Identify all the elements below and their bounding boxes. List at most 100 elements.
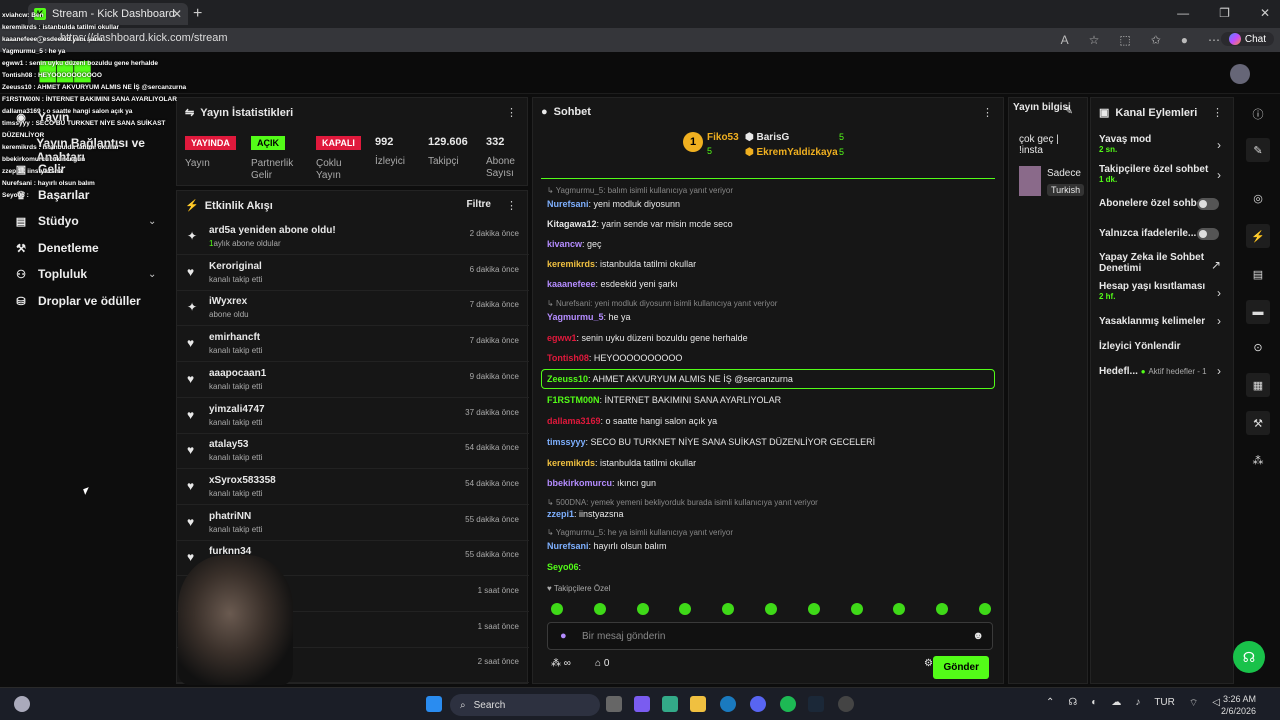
emote-icon[interactable] xyxy=(893,603,906,615)
chevron-right-icon[interactable]: › xyxy=(1217,364,1221,378)
action-ai-moderation[interactable]: Yapay Zeka ile Sohbet Denetimi xyxy=(1099,252,1209,274)
chevron-right-icon[interactable]: › xyxy=(1217,138,1221,152)
feed-item[interactable]: ♥ emirhancft kanalı takip etti 7 dakika önc… xyxy=(177,326,529,363)
chevron-down-icon[interactable]: ⌄ xyxy=(148,216,156,227)
minimize-icon[interactable]: — xyxy=(1177,6,1189,20)
copilot-icon[interactable] xyxy=(634,696,650,712)
chevron-right-icon[interactable]: › xyxy=(1217,286,1221,300)
maximize-icon[interactable]: ❐ xyxy=(1219,6,1230,20)
more-options-icon[interactable]: ⋮ xyxy=(506,199,517,212)
more-options-icon[interactable]: ⋮ xyxy=(506,106,517,119)
chat-message[interactable]: keremikrds: istanbulda tatilmi okullar xyxy=(547,259,696,269)
close-window-icon[interactable]: ✕ xyxy=(1260,6,1270,20)
chat-username[interactable]: keremikrds xyxy=(547,259,595,269)
steam-icon[interactable] xyxy=(808,696,824,712)
action-host[interactable]: İzleyici Yönlendir xyxy=(1099,341,1181,352)
chat-message-input[interactable]: ● Bir mesaj gönderin ☻ xyxy=(547,622,993,650)
action-account-age[interactable]: Hesap yaşı kısıtlaması 2 hf. xyxy=(1099,281,1205,301)
action-slow-mode[interactable]: Yavaş mod 2 sn. xyxy=(1099,134,1151,154)
discord-icon[interactable] xyxy=(750,696,766,712)
support-headset-icon[interactable]: ☊ xyxy=(1233,641,1265,673)
chat-message[interactable]: Yagmurmu_5: he ya xyxy=(547,312,631,322)
headphones-icon[interactable]: ☊ xyxy=(1068,697,1077,710)
kicks-icon[interactable]: ⁂ xyxy=(1246,448,1270,472)
microphone-icon[interactable]: ● xyxy=(560,630,567,642)
wrench-icon[interactable]: ⚒ xyxy=(1246,411,1270,435)
emote-icon[interactable] xyxy=(722,603,735,615)
chat-username[interactable]: kaaanefeee xyxy=(547,279,596,289)
emote-icon[interactable] xyxy=(593,603,606,615)
cloud-icon[interactable]: ☁ xyxy=(1111,697,1121,710)
obs-icon[interactable] xyxy=(838,696,854,712)
feed-item[interactable]: ✦ ard5a yeniden abone oldu! 1aylık abone o… xyxy=(177,219,529,255)
chat-message[interactable]: dallama3169: o saatte hangi salon açık y… xyxy=(547,416,717,426)
chat-message[interactable]: egww1: senin uyku düzeni bozuldu gene he… xyxy=(547,333,748,343)
chevron-right-icon[interactable]: › xyxy=(1217,168,1221,182)
spotify-icon[interactable] xyxy=(780,696,796,712)
copilot-chat-button[interactable]: Chat xyxy=(1220,32,1274,46)
action-goals[interactable]: Hedefl... ● Aktif hedefler - 1 xyxy=(1099,366,1207,377)
broadcast-icon[interactable]: ⊙ xyxy=(1246,335,1270,359)
read-aloud-icon[interactable]: A xyxy=(1061,33,1069,47)
more-options-icon[interactable]: ⋮ xyxy=(1212,106,1223,119)
sidebar-item-studyo[interactable]: ▤ Stüdyo xyxy=(14,214,79,228)
emote-icon[interactable] xyxy=(850,603,863,615)
chat-message[interactable]: Nurefsani: yeni modluk diyosunn xyxy=(547,199,680,209)
profile-icon[interactable]: ● xyxy=(1181,33,1188,47)
start-icon[interactable] xyxy=(426,696,442,712)
category-thumbnail[interactable] xyxy=(1019,166,1041,196)
feed-item[interactable]: ♥ phatriNN kanalı takip etti 55 dakika önce xyxy=(177,505,529,541)
chat-username[interactable]: timssyyy xyxy=(547,437,586,447)
chat-settings-icon[interactable]: ⚙ xyxy=(924,658,933,669)
chat-username[interactable]: Tontish08 xyxy=(547,353,589,363)
chat-username[interactable]: F1RSTM00N xyxy=(547,395,600,405)
steam-tray-icon[interactable]: ◐ xyxy=(1091,697,1097,710)
chat-username[interactable]: Nurefsani xyxy=(547,541,589,551)
chat-username[interactable]: keremikrds xyxy=(547,458,595,468)
emote-icon[interactable] xyxy=(936,603,949,615)
chevron-down-icon[interactable]: ⌄ xyxy=(148,269,156,280)
widgets-icon[interactable] xyxy=(14,696,30,712)
action-followers-only[interactable]: Takipçilere özel sohbet 1 dk. xyxy=(1099,164,1208,184)
user-avatar[interactable] xyxy=(1230,64,1250,84)
top-gifter-3[interactable]: ⬢ EkremYaldizkaya xyxy=(745,147,838,158)
menu-icon[interactable]: ⋯ xyxy=(1208,33,1220,47)
emotes-only-toggle[interactable] xyxy=(1197,228,1219,240)
dashboard-icon[interactable]: ▦ xyxy=(1246,373,1270,397)
feed-item[interactable]: ♥ Keroriginal kanalı takip etti 6 dakika ön… xyxy=(177,255,529,291)
chat-username[interactable]: bbekirkomurcu xyxy=(547,478,612,488)
chat-username[interactable]: Zeeuss10 xyxy=(547,374,588,384)
edit-icon[interactable]: ✎ xyxy=(1065,106,1073,117)
top-gifter-2[interactable]: ⬢ BarisG xyxy=(745,132,789,143)
emoji-icon[interactable]: ☻ xyxy=(972,630,984,642)
chat-message[interactable]: Seyo06: xyxy=(547,562,581,572)
camera-icon[interactable]: ◎ xyxy=(1246,186,1270,210)
chat-username[interactable]: Kitagawa12 xyxy=(547,219,597,229)
wifi-icon[interactable]: ⌔ xyxy=(1189,697,1198,710)
chat-username[interactable]: dallama3169 xyxy=(547,416,601,426)
chat-message[interactable]: keremikrds: istanbulda tatilmi okullar xyxy=(547,458,696,468)
chat-message[interactable]: Nurefsani: hayırlı olsun balım xyxy=(547,541,667,551)
filter-button[interactable]: Filtre xyxy=(467,199,491,210)
send-button[interactable]: Gönder xyxy=(933,656,989,679)
chevron-right-icon[interactable]: › xyxy=(1217,314,1221,328)
chat-username[interactable]: egww1 xyxy=(547,333,577,343)
chat-username[interactable]: kivancw xyxy=(547,239,582,249)
emote-icon[interactable] xyxy=(807,603,820,615)
microphone-icon[interactable]: ♪ xyxy=(1135,697,1140,710)
sidebar-item-topluluk[interactable]: ⚇ Topluluk xyxy=(14,267,87,281)
taskbar-search[interactable]: ⌕ Search xyxy=(450,694,600,716)
emote-icon[interactable] xyxy=(551,603,563,615)
chat-message[interactable]: Zeeuss10: AHMET AKVURYUM ALMIS NE İŞ @se… xyxy=(547,374,793,384)
chat-message[interactable]: kaaanefeee: esdeekid yeni şarkı xyxy=(547,279,678,289)
feed-item[interactable]: ✦ iWyxrex abone oldu 7 dakika önce xyxy=(177,290,529,327)
external-link-icon[interactable]: ↗ xyxy=(1211,258,1221,272)
kicks-icon[interactable]: ⁂ ∞ xyxy=(551,658,571,669)
feed-item[interactable]: ♥ atalay53 kanalı takip etti 54 dakika önce xyxy=(177,433,529,470)
chevron-up-icon[interactable]: ⌃ xyxy=(1046,697,1054,710)
chat-username[interactable]: zzepi1 xyxy=(547,509,574,519)
emote-icon[interactable] xyxy=(679,603,692,615)
favorite-star-icon[interactable]: ☆ xyxy=(1089,33,1100,47)
file-explorer-icon[interactable] xyxy=(690,696,706,712)
chat-username[interactable]: Seyo06 xyxy=(547,562,579,572)
